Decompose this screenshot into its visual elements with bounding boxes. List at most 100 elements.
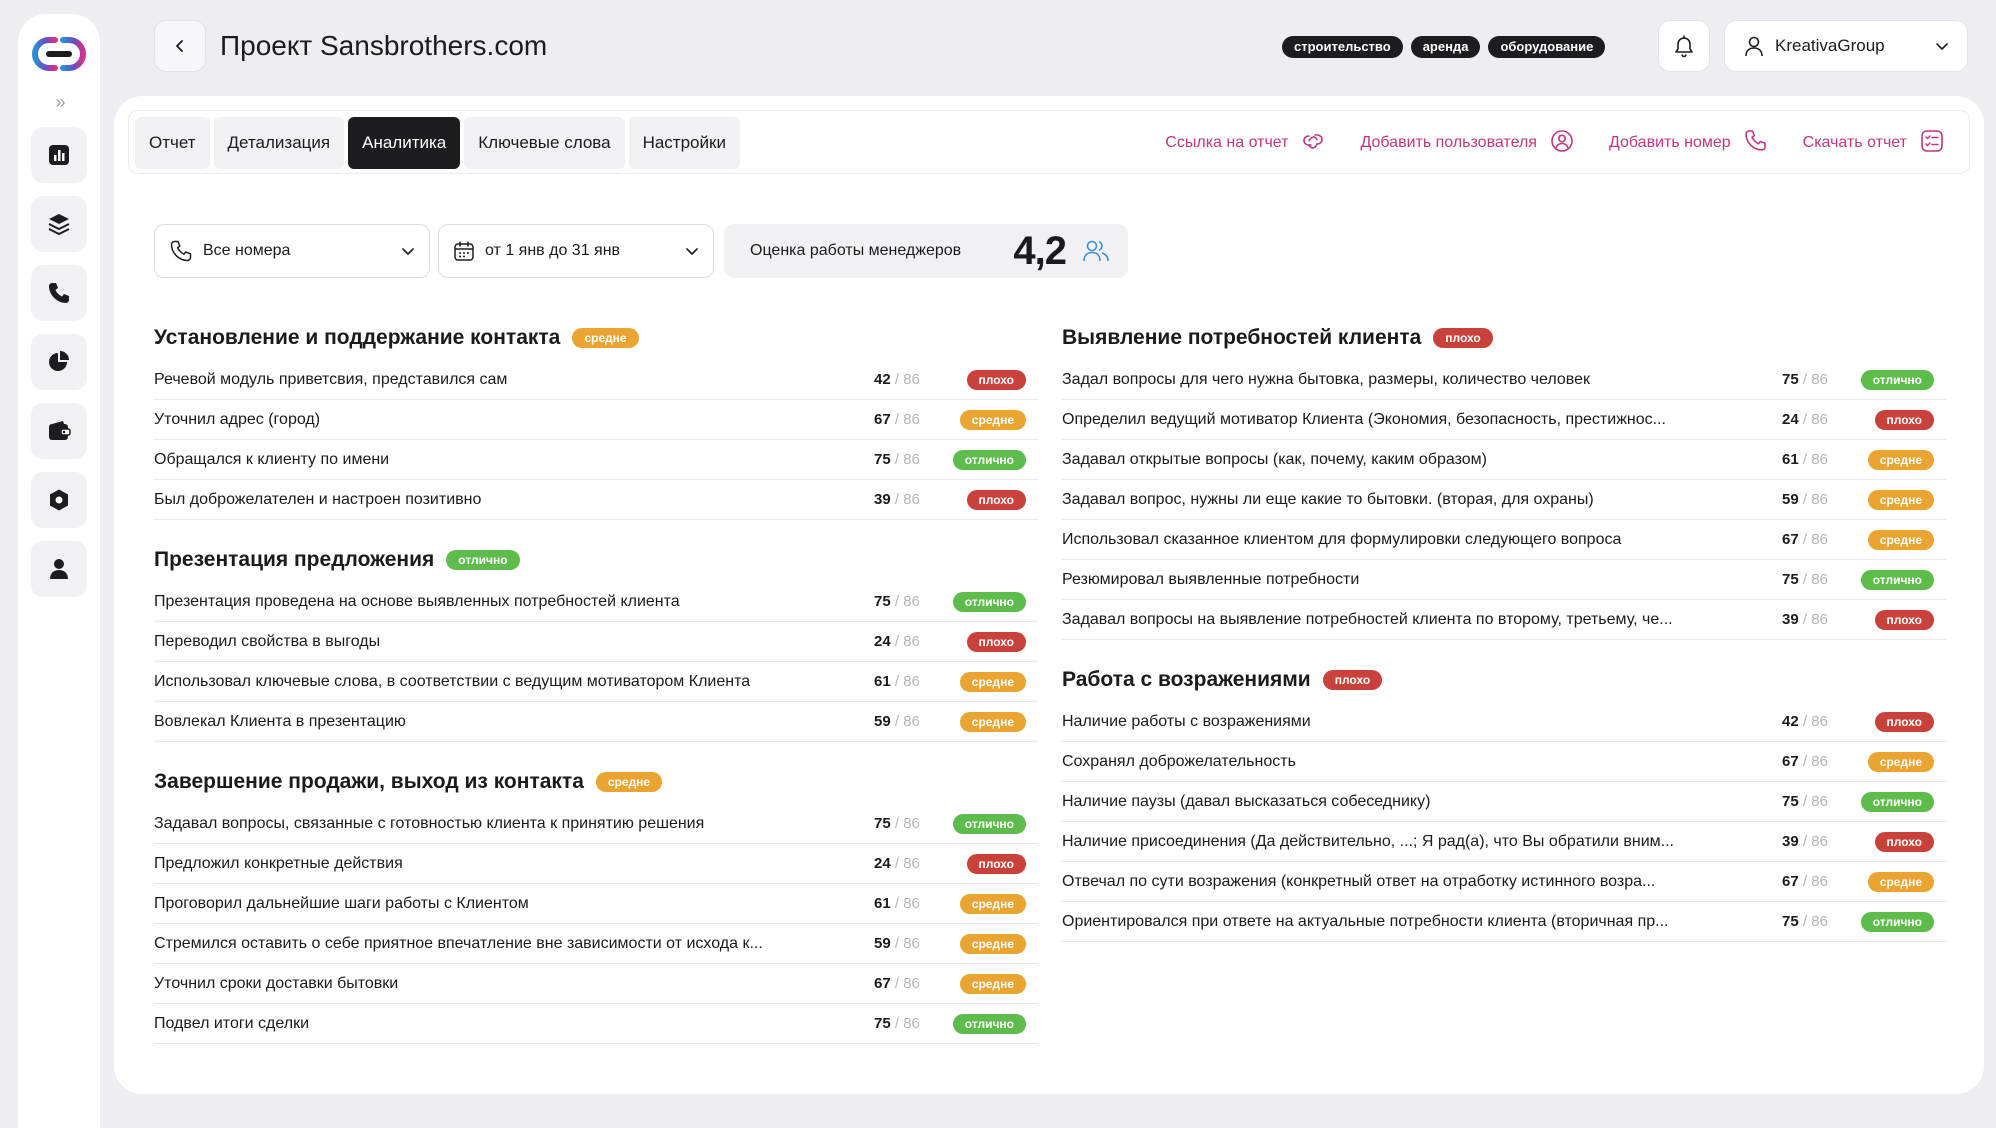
badge-cell: отлично bbox=[934, 449, 1038, 470]
score-separator: / bbox=[890, 593, 904, 610]
nav-layers[interactable] bbox=[31, 196, 87, 252]
logo[interactable] bbox=[29, 28, 89, 80]
criteria-row[interactable]: Ориентировался при ответе на актуальные … bbox=[1062, 902, 1946, 942]
action-checklist[interactable]: Скачать отчет bbox=[1803, 128, 1945, 159]
score-value: 39 bbox=[874, 491, 891, 508]
account-name: KreativaGroup bbox=[1775, 36, 1885, 55]
tag[interactable]: оборудование bbox=[1488, 36, 1606, 58]
score-value: 61 bbox=[1782, 451, 1799, 468]
criteria-row[interactable]: Проговорил дальнейшие шаги работы с Клие… bbox=[154, 884, 1038, 924]
score-separator: / bbox=[1798, 451, 1812, 468]
criteria-row[interactable]: Использовал сказанное клиентом для форму… bbox=[1062, 520, 1946, 560]
tag[interactable]: строительство bbox=[1282, 36, 1403, 58]
badge-cell: средне bbox=[934, 711, 1038, 732]
criteria-row[interactable]: Речевой модуль приветсвия, представился … bbox=[154, 360, 1038, 400]
badge-cell: отлично bbox=[934, 813, 1038, 834]
nav-calls[interactable] bbox=[31, 265, 87, 321]
criteria-status-badge: отлично bbox=[952, 1013, 1026, 1034]
criteria-score: 67 / 86 bbox=[874, 975, 934, 992]
criteria-row[interactable]: Стремился оставить о себе приятное впеча… bbox=[154, 924, 1038, 964]
page-title: Проект Sansbrothers.com bbox=[220, 30, 548, 61]
criteria-row[interactable]: Сохранял доброжелательность 67 / 86 средне bbox=[1062, 742, 1946, 782]
criteria-row[interactable]: Был доброжелателен и настроен позитивно 3… bbox=[154, 480, 1038, 520]
score-total: 86 bbox=[903, 975, 920, 992]
period-filter[interactable]: от 1 янв до 31 янв bbox=[438, 224, 714, 278]
badge-cell: средне bbox=[934, 973, 1038, 994]
criteria-row[interactable]: Предложил конкретные действия 24 / 86 плох… bbox=[154, 844, 1038, 884]
action-user-circle[interactable]: Добавить пользователя bbox=[1360, 128, 1574, 159]
criteria-label: Был доброжелателен и настроен позитивно bbox=[154, 490, 482, 508]
criteria-row[interactable]: Наличие работы с возражениями 42 / 86 плох… bbox=[1062, 702, 1946, 742]
badge-cell: плохо bbox=[1842, 831, 1946, 852]
criteria-row[interactable]: Использовал ключевые слова, в соответств… bbox=[154, 662, 1038, 702]
tab-3[interactable]: Ключевые слова bbox=[464, 117, 625, 169]
criteria-row[interactable]: Обращался к клиенту по имени 75 / 86 отлич… bbox=[154, 440, 1038, 480]
criteria-label: Предложил конкретные действия bbox=[154, 854, 403, 872]
criteria-label: Проговорил дальнейшие шаги работы с Клие… bbox=[154, 894, 529, 912]
criteria-section: Презентация предложения отлично Презентаци… bbox=[154, 538, 1038, 742]
badge-cell: отлично bbox=[934, 1013, 1038, 1034]
score-total: 86 bbox=[1811, 873, 1828, 890]
criteria-label: Наличие паузы (давал высказаться собесед… bbox=[1062, 792, 1431, 810]
criteria-row[interactable]: Подвел итоги сделки 75 / 86 отлично bbox=[154, 1004, 1038, 1044]
back-button[interactable] bbox=[154, 20, 206, 72]
criteria-row[interactable]: Задал вопросы для чего нужна бытовка, ра… bbox=[1062, 360, 1946, 400]
criteria-row[interactable]: Наличие паузы (давал высказаться собесед… bbox=[1062, 782, 1946, 822]
notifications-button[interactable] bbox=[1658, 20, 1710, 72]
section-header: Выявление потребностей клиента плохо bbox=[1062, 316, 1946, 360]
criteria-row[interactable]: Вовлекал Клиента в презентацию 59 / 86 сре… bbox=[154, 702, 1038, 742]
account-menu[interactable]: KreativaGroup bbox=[1724, 20, 1968, 72]
criteria-row[interactable]: Задавал вопросы на выявление потребносте… bbox=[1062, 600, 1946, 640]
criteria-row[interactable]: Задавал вопросы, связанные с готовностью… bbox=[154, 804, 1038, 844]
tab-1[interactable]: Детализация bbox=[213, 117, 345, 169]
score-total: 86 bbox=[903, 1015, 920, 1032]
settings-icon bbox=[50, 489, 68, 511]
criteria-status-badge: средне bbox=[959, 893, 1026, 914]
criteria-section: Выявление потребностей клиента плохо Задал… bbox=[1062, 316, 1946, 640]
score-separator: / bbox=[1798, 611, 1812, 628]
criteria-score: 67 / 86 bbox=[1782, 753, 1842, 770]
tab-4[interactable]: Настройки bbox=[628, 117, 740, 169]
score-separator: / bbox=[1798, 371, 1812, 388]
score-separator: / bbox=[1798, 491, 1812, 508]
score-total: 86 bbox=[1811, 793, 1828, 810]
criteria-row[interactable]: Задавал вопрос, нужны ли еще какие то бы… bbox=[1062, 480, 1946, 520]
score-separator: / bbox=[890, 895, 904, 912]
criteria-row[interactable]: Уточнил сроки доставки бытовки 67 / 86 сре… bbox=[154, 964, 1038, 1004]
nav-wallet[interactable] bbox=[31, 403, 87, 459]
users-icon bbox=[1083, 240, 1109, 262]
nav-analytics[interactable] bbox=[31, 334, 87, 390]
score-total: 86 bbox=[903, 491, 920, 508]
score-value: 42 bbox=[1782, 713, 1799, 730]
nav-settings[interactable] bbox=[31, 472, 87, 528]
badge-cell: отлично bbox=[1842, 791, 1946, 812]
criteria-row[interactable]: Определил ведущий мотиватор Клиента (Эко… bbox=[1062, 400, 1946, 440]
criteria-row[interactable]: Задавал открытые вопросы (как, почему, к… bbox=[1062, 440, 1946, 480]
section-status-badge: средне bbox=[595, 772, 663, 792]
numbers-filter[interactable]: Все номера bbox=[154, 224, 430, 278]
score-separator: / bbox=[1798, 913, 1812, 930]
action-phone[interactable]: Добавить номер bbox=[1609, 128, 1769, 159]
criteria-row[interactable]: Отвечал по сути возражения (конкретный о… bbox=[1062, 862, 1946, 902]
score-separator: / bbox=[890, 673, 904, 690]
section-status-badge: отлично bbox=[446, 550, 520, 570]
criteria-row[interactable]: Резюмировал выявленные потребности 75 / 8… bbox=[1062, 560, 1946, 600]
nav-profile[interactable] bbox=[31, 541, 87, 597]
expand-sidebar-button[interactable]: » bbox=[55, 90, 65, 114]
criteria-row[interactable]: Презентация проведена на основе выявленн… bbox=[154, 582, 1038, 622]
badge-cell: плохо bbox=[1842, 711, 1946, 732]
tab-0[interactable]: Отчет bbox=[135, 117, 210, 169]
tag[interactable]: аренда bbox=[1410, 36, 1481, 58]
criteria-score: 67 / 86 bbox=[1782, 531, 1842, 548]
badge-cell: средне bbox=[934, 933, 1038, 954]
score-value: 75 bbox=[874, 593, 891, 610]
score-value: 61 bbox=[874, 673, 891, 690]
criteria-row[interactable]: Наличие присоединения (Да действительно,… bbox=[1062, 822, 1946, 862]
criteria-row[interactable]: Уточнил адрес (город) 67 / 86 средне bbox=[154, 400, 1038, 440]
criteria-row[interactable]: Переводил свойства в выгоды 24 / 86 плохо bbox=[154, 622, 1038, 662]
tab-2[interactable]: Аналитика bbox=[348, 117, 461, 169]
score-value: 75 bbox=[1782, 371, 1799, 388]
criteria-label: Переводил свойства в выгоды bbox=[154, 632, 381, 650]
action-link[interactable]: Ссылка на отчет bbox=[1165, 128, 1326, 159]
nav-reports[interactable] bbox=[31, 127, 87, 183]
